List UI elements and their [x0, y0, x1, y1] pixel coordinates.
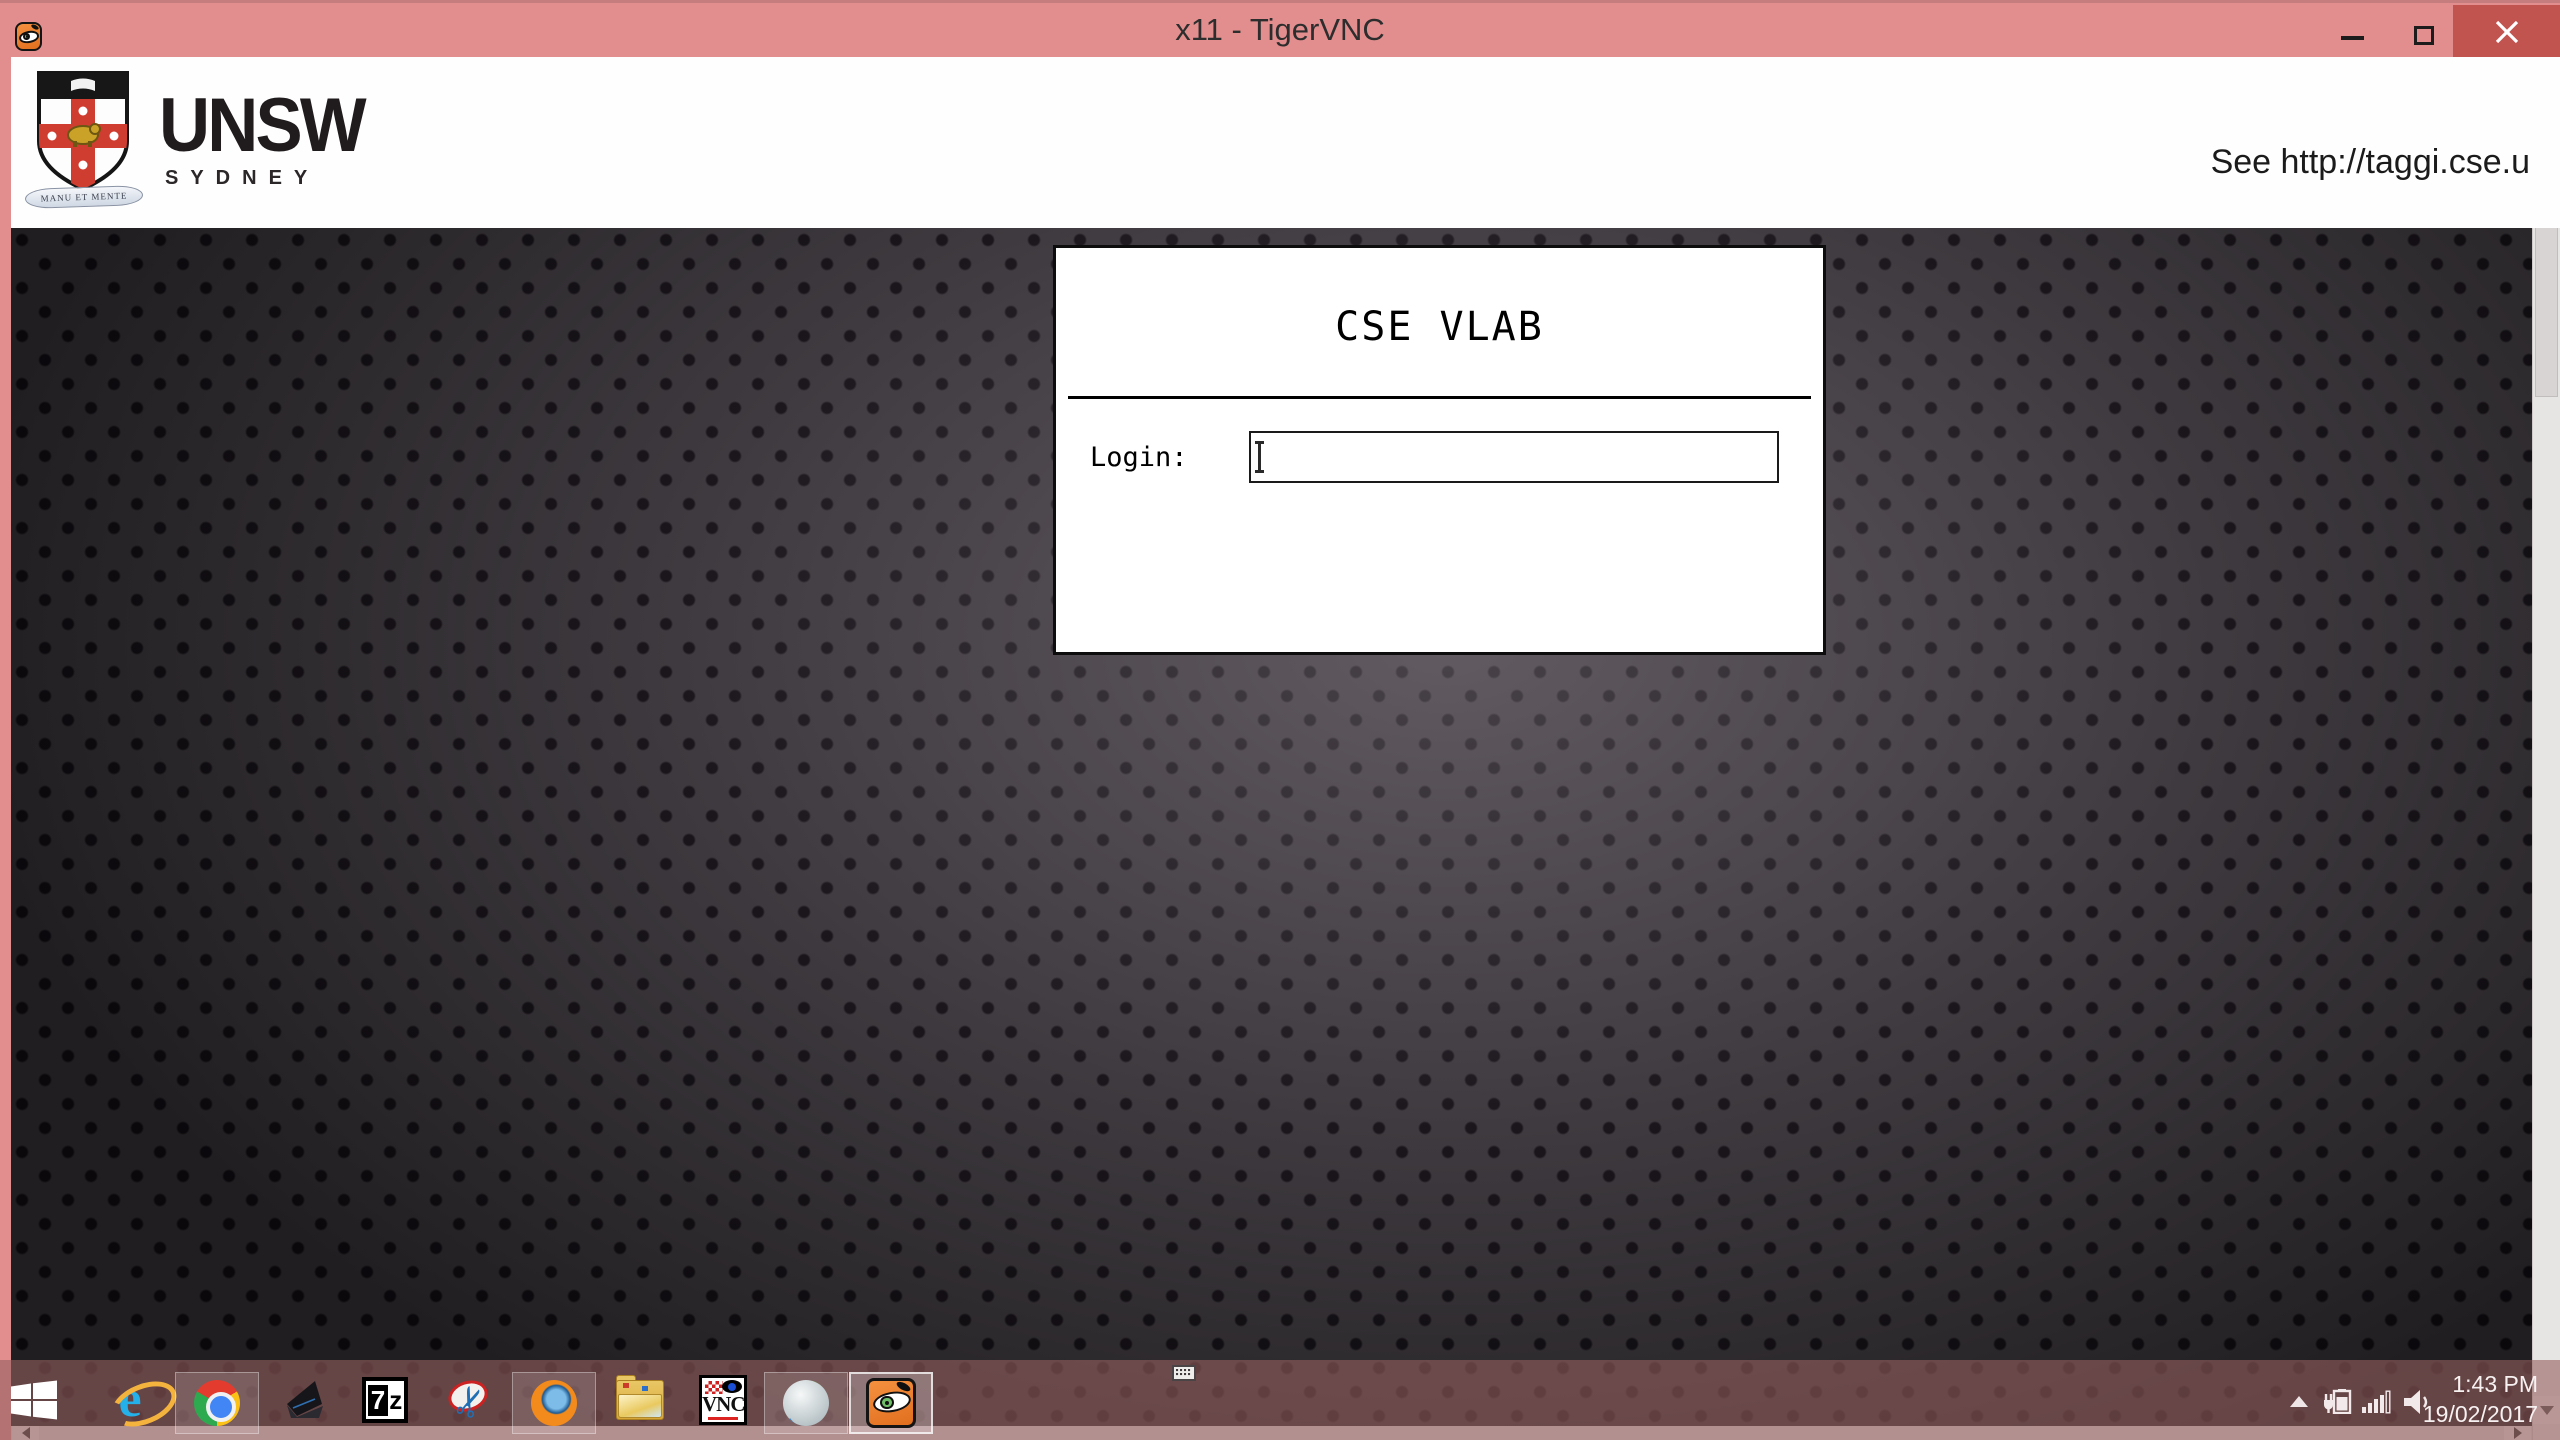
taskbar-item-laptop-utility[interactable] [279, 1374, 327, 1426]
taskbar-item-snipping-tool[interactable]: ✂ [445, 1374, 493, 1426]
close-icon [2494, 19, 2520, 45]
vlab-login-dialog: CSE VLAB Login: [1053, 245, 1826, 655]
laptop-icon [279, 1378, 327, 1422]
dialog-divider [1068, 396, 1811, 399]
start-button[interactable]: Start [10, 1374, 58, 1426]
cisco-anyconnect-icon [783, 1380, 829, 1426]
battery-charging-icon[interactable] [2322, 1388, 2356, 1414]
taskbar-item-7zip[interactable]: 7z [361, 1374, 409, 1426]
taskbar: Start e 7z ✂ [0, 1360, 2560, 1440]
taskbar-item-tigervnc[interactable] [849, 1372, 933, 1434]
unsw-crest-icon: MANU ET MENTE [33, 69, 133, 219]
minimize-button[interactable] [2341, 36, 2364, 40]
login-label: Login: [1090, 442, 1188, 473]
taskbar-item-realvnc[interactable]: VNC [699, 1374, 747, 1426]
touch-keyboard-icon[interactable] [1172, 1365, 1196, 1381]
window-frame-left [0, 57, 11, 1440]
dialog-title: CSE VLAB [1056, 304, 1823, 350]
header-note: See http://taggi.cse.u [2211, 143, 2530, 182]
7zip-icon: 7z [362, 1377, 408, 1423]
taskbar-item-file-explorer[interactable] [616, 1374, 664, 1426]
unsw-logo: MANU ET MENTE UNSW SYDNEY [33, 69, 379, 219]
network-signal-icon[interactable] [2362, 1388, 2392, 1414]
text-cursor-icon [1258, 441, 1261, 473]
taskbar-item-firefox[interactable] [512, 1372, 596, 1434]
titlebar[interactable]: x11 - TigerVNC [0, 0, 2560, 57]
unsw-wordmark: UNSW SYDNEY [159, 69, 379, 219]
snipping-tool-icon: ✂ [446, 1377, 492, 1423]
show-hidden-icons-button[interactable] [2290, 1396, 2308, 1407]
file-explorer-icon [616, 1380, 664, 1420]
windows-logo-icon [11, 1380, 57, 1420]
login-input[interactable] [1249, 431, 1779, 483]
tray-date: 19/02/2017 [2423, 1399, 2538, 1429]
taskbar-item-cisco-anyconnect[interactable] [764, 1372, 848, 1434]
firefox-icon [531, 1380, 577, 1426]
maximize-button[interactable] [2414, 26, 2434, 45]
taskbar-item-chrome[interactable] [175, 1372, 259, 1434]
tray-time: 1:43 PM [2423, 1369, 2538, 1399]
login-row: Login: [1056, 431, 1823, 483]
clock[interactable]: 1:43 PM 19/02/2017 [2423, 1369, 2538, 1429]
close-button[interactable] [2453, 5, 2560, 58]
page-header: MANU ET MENTE UNSW SYDNEY See http://tag… [11, 57, 2560, 228]
unsw-city: SYDNEY [165, 167, 379, 190]
internet-explorer-icon: e [118, 1378, 141, 1422]
vertical-scrollbar[interactable] [2532, 66, 2560, 1440]
realvnc-icon: VNC [699, 1375, 747, 1425]
chrome-icon [194, 1380, 240, 1426]
screen: x11 - TigerVNC [0, 0, 2560, 1440]
window-title: x11 - TigerVNC [0, 3, 2560, 60]
unsw-acronym: UNSW [159, 91, 364, 161]
tigervnc-icon [866, 1378, 916, 1428]
login-input-wrap [1249, 431, 1779, 483]
taskbar-item-internet-explorer[interactable]: e [106, 1374, 154, 1426]
unsw-motto: MANU ET MENTE [25, 185, 144, 209]
